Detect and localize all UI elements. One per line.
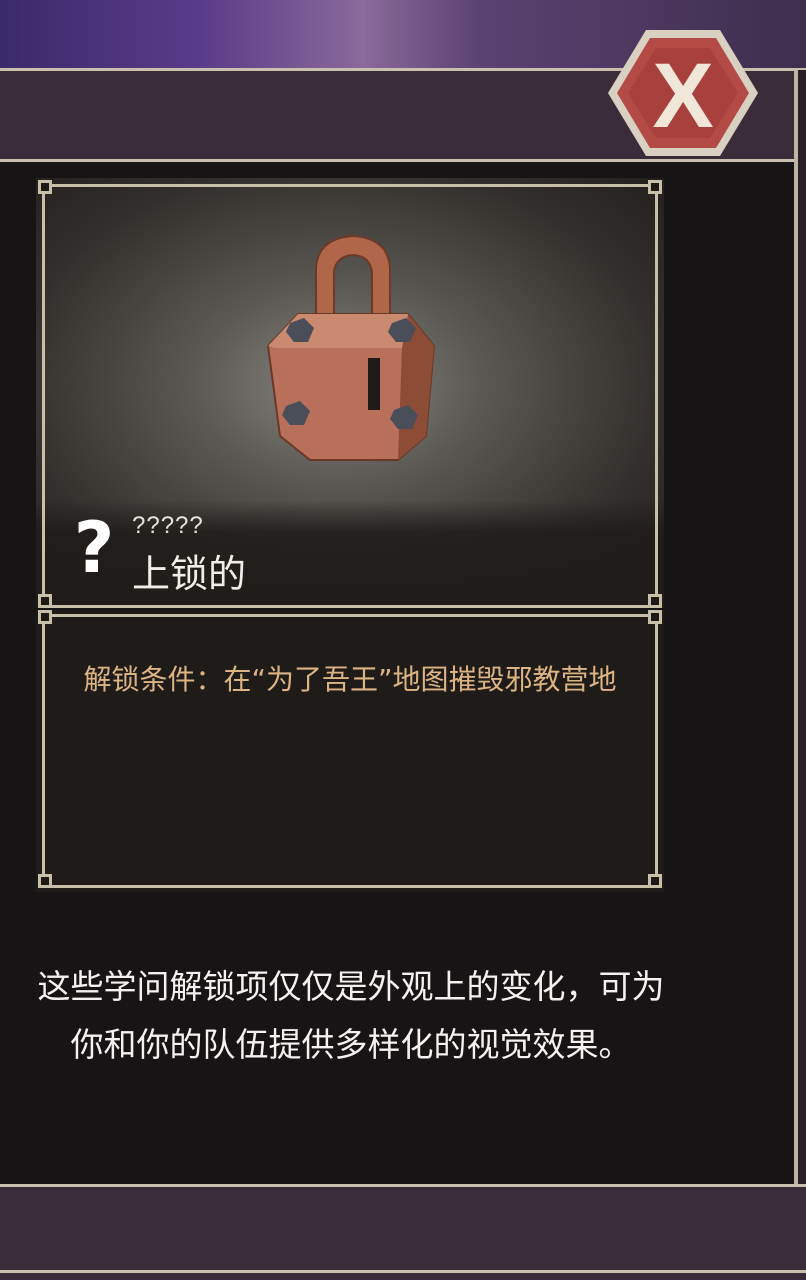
frame-corner (648, 874, 662, 888)
frame-corner (648, 594, 662, 608)
question-mark-icon: ? (73, 507, 115, 589)
side-strip (798, 70, 806, 1270)
svg-text:X: X (652, 45, 713, 147)
item-card (36, 178, 664, 608)
close-icon: X (608, 30, 758, 156)
frame-corner (38, 180, 52, 194)
padlock-icon (266, 234, 436, 461)
footer-bar (0, 1184, 806, 1280)
frame-corner (648, 180, 662, 194)
close-button[interactable]: X (606, 26, 760, 160)
frame-corner (38, 610, 52, 624)
frame-corner (38, 594, 52, 608)
item-name: 上锁的 (132, 552, 247, 596)
frame-corner (648, 610, 662, 624)
footer-border (0, 1270, 806, 1273)
unlock-condition-text: 解锁条件：在“为了吾王”地图摧毁邪教营地 (83, 663, 617, 696)
unlock-condition-panel (36, 610, 664, 892)
frame-corner (38, 874, 52, 888)
item-sub-label: ????? (132, 512, 204, 539)
card-shade (36, 500, 664, 608)
description-text: 这些学问解锁项仅仅是外观上的变化，可为你和你的队伍提供多样化的视觉效果。 (37, 967, 665, 1064)
side-border (794, 70, 798, 1270)
